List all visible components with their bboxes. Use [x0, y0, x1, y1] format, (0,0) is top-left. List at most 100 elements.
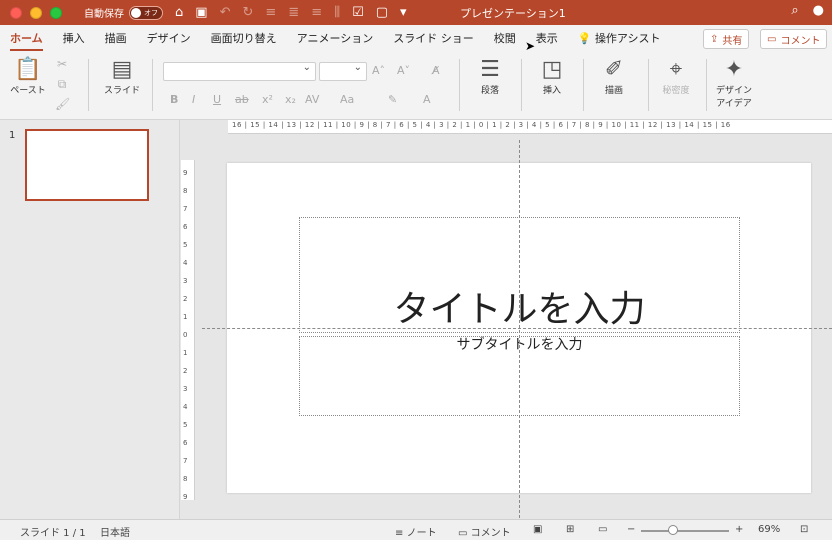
insert-shape-icon: ◳: [541, 57, 563, 82]
decrease-font-size-icon[interactable]: A˅: [397, 64, 410, 77]
slide-layout-icon: ▤: [111, 57, 133, 82]
tab-tell-me[interactable]: 💡 操作アシスト: [578, 25, 661, 53]
save-icon[interactable]: ▣: [195, 5, 207, 20]
paragraph-label: 段落: [480, 86, 499, 96]
paragraph-icon: ☰: [480, 57, 500, 82]
tab-insert[interactable]: 挿入: [63, 25, 85, 53]
insert-button[interactable]: ◳ 挿入: [530, 57, 574, 96]
document-title: プレゼンテーション1: [460, 7, 566, 20]
new-slide-button[interactable]: ▤ スライド: [98, 57, 146, 96]
zoom-in-icon[interactable]: +: [735, 524, 743, 535]
superscript-icon[interactable]: x²: [262, 93, 273, 106]
tab-review[interactable]: 校閲: [494, 25, 516, 53]
font-color-icon[interactable]: A: [423, 93, 431, 106]
slide-thumbnail[interactable]: [25, 129, 149, 201]
change-case-icon[interactable]: Aa: [340, 93, 354, 106]
ribbon: 📋 ペースト ✂ ⧉ 🖌 ▤ スライド A˄ A˅ A̸ B I U ab x²…: [0, 53, 832, 120]
tab-draw[interactable]: 描画: [105, 25, 127, 53]
fit-to-window-icon[interactable]: ⊡: [800, 524, 808, 535]
paste-button[interactable]: 📋 ペースト: [8, 57, 48, 96]
clear-formatting-icon[interactable]: A̸: [432, 64, 440, 77]
presenter-view-icon[interactable]: ▭: [598, 524, 607, 535]
format-painter-icon[interactable]: 🖌: [55, 97, 70, 111]
align-left-icon[interactable]: ≡: [265, 5, 276, 20]
customize-toolbar-icon[interactable]: ▾: [400, 5, 407, 20]
status-bar: スライド 1 / 1 日本語 ≡ ノート ▭ コメント ▣ ⊞ ▭ − + 69…: [0, 519, 832, 540]
design-ideas-button[interactable]: ✦ デザイン アイデア: [710, 57, 758, 109]
vertical-guide[interactable]: [519, 140, 520, 518]
highlight-icon[interactable]: ✎: [388, 93, 397, 106]
italic-icon[interactable]: I: [192, 93, 195, 106]
copy-icon[interactable]: ⧉: [55, 77, 69, 92]
home-icon[interactable]: ⌂: [175, 5, 183, 20]
notes-label: ノート: [406, 528, 437, 539]
checkbox-icon[interactable]: ☑: [352, 5, 364, 20]
zoom-window-button[interactable]: [50, 6, 62, 19]
slide-sorter-icon[interactable]: ⊞: [566, 524, 574, 535]
notes-button[interactable]: ≡ ノート: [395, 524, 437, 539]
tab-view[interactable]: 表示: [536, 25, 558, 53]
increase-font-size-icon[interactable]: A˄: [372, 64, 385, 77]
comment-icon: ▭: [767, 33, 777, 45]
autosave-label: 自動保存: [84, 9, 124, 20]
quick-access-toolbar: ⌂ ▣ ↶ ↻ ≡ ≣ ≡ ⫼ ☑ ▢ ▾: [175, 5, 407, 20]
strikethrough-icon[interactable]: ab: [235, 93, 249, 106]
align-center-icon[interactable]: ≣: [288, 5, 299, 20]
share-label: 共有: [722, 35, 743, 47]
redo-icon[interactable]: ↻: [242, 5, 253, 20]
character-spacing-icon[interactable]: AV: [305, 93, 319, 106]
notes-icon: ≡: [395, 528, 404, 539]
tab-design[interactable]: デザイン: [147, 25, 191, 53]
search-icon[interactable]: ⌕: [791, 3, 798, 18]
title-bar: 自動保存 オフ ⌂ ▣ ↶ ↻ ≡ ≣ ≡ ⫼ ☑ ▢ ▾ プレゼンテーション1…: [0, 0, 832, 25]
cut-icon[interactable]: ✂: [55, 57, 69, 71]
horizontal-ruler: 16 | 15 | 14 | 13 | 12 | 11 | 10 | 9 | 8…: [228, 120, 832, 134]
paste-icon: 📋: [14, 57, 42, 82]
tab-animations[interactable]: アニメーション: [297, 25, 374, 53]
window-controls: [10, 6, 62, 19]
zoom-out-icon[interactable]: −: [627, 524, 635, 535]
sensitivity-button[interactable]: ⌖ 秘密度: [654, 57, 698, 96]
subscript-icon[interactable]: x₂: [285, 93, 296, 106]
account-icon[interactable]: ●: [813, 3, 824, 18]
tab-transitions[interactable]: 画面切り替え: [211, 25, 277, 53]
zoom-slider[interactable]: [641, 530, 729, 532]
comments-icon: ▭: [458, 528, 468, 539]
language-indicator[interactable]: 日本語: [100, 524, 130, 539]
undo-icon[interactable]: ↶: [220, 5, 231, 20]
normal-view-icon[interactable]: ▣: [533, 524, 542, 535]
comment-label: コメント: [780, 35, 821, 47]
ribbon-separator: [152, 59, 153, 111]
design-ideas-label-2: アイデア: [716, 99, 752, 109]
zoom-slider-handle[interactable]: [668, 525, 678, 535]
distribute-icon[interactable]: ⫼: [334, 5, 340, 20]
ribbon-separator: [521, 59, 522, 111]
text-box-icon[interactable]: ▢: [376, 5, 388, 20]
horizontal-guide[interactable]: [202, 328, 832, 329]
underline-icon[interactable]: U: [213, 93, 221, 106]
comment-button[interactable]: ▭ コメント: [760, 29, 828, 49]
comments-status-button[interactable]: ▭ コメント: [458, 524, 511, 539]
share-button[interactable]: ⇪ 共有: [703, 29, 750, 49]
font-name-select[interactable]: [163, 62, 316, 81]
autosave-toggle[interactable]: オフ: [129, 5, 163, 20]
vertical-ruler-labels: 9 8 7 6 5 4 3 2 1 0 1 2 3 4 5 6 7 8 9: [183, 169, 188, 501]
minimize-window-button[interactable]: [30, 6, 42, 19]
zoom-level[interactable]: 69%: [758, 524, 780, 535]
share-icon: ⇪: [710, 33, 719, 45]
autosave-control[interactable]: 自動保存 オフ: [84, 5, 163, 20]
slide-number: 1: [9, 130, 16, 141]
ribbon-separator: [583, 59, 584, 111]
tab-slideshow[interactable]: スライド ショー: [393, 25, 474, 53]
close-window-button[interactable]: [10, 6, 22, 19]
tell-me-label: 操作アシスト: [594, 32, 661, 45]
paragraph-button[interactable]: ☰ 段落: [468, 57, 512, 96]
draw-label: 描画: [604, 86, 623, 96]
bold-icon[interactable]: B: [170, 93, 178, 106]
draw-button[interactable]: ✐ 描画: [592, 57, 636, 96]
align-right-icon[interactable]: ≡: [311, 5, 322, 20]
font-size-select[interactable]: [319, 62, 367, 81]
tab-home[interactable]: ホーム: [10, 25, 43, 53]
design-ideas-icon: ✦: [724, 57, 744, 82]
sensitivity-icon: ⌖: [669, 57, 683, 82]
